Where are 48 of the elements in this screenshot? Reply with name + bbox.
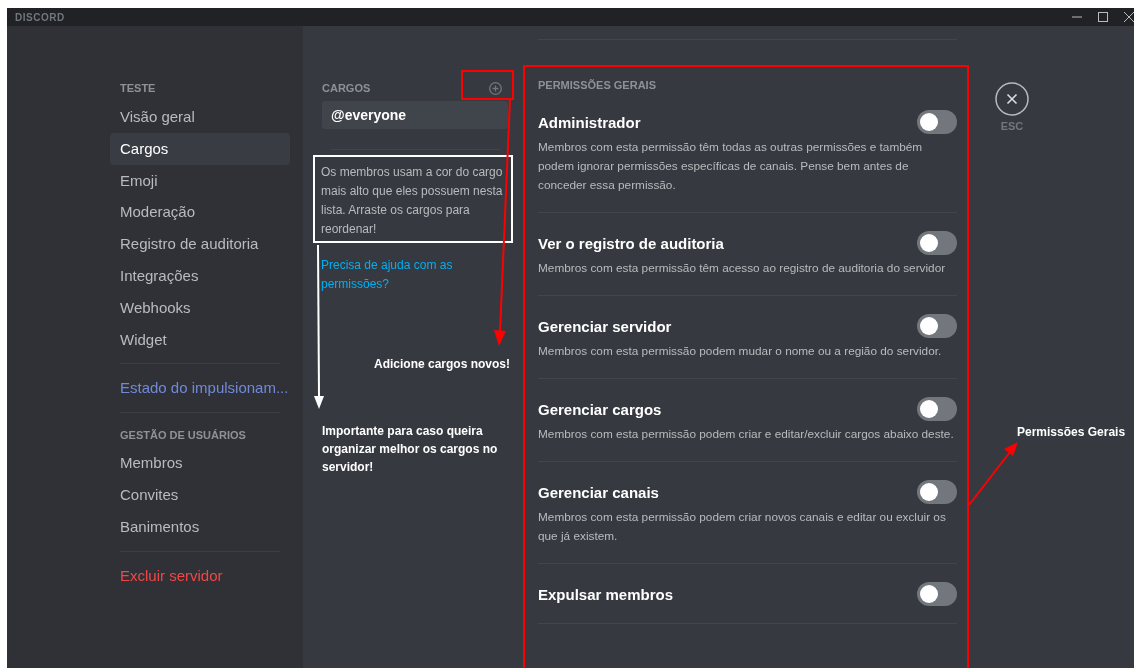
sidebar-item[interactable]: Estado do impulsionam...: [110, 372, 290, 405]
annotation-text: Adicione cargos novos!: [372, 357, 510, 371]
toggle-switch[interactable]: [917, 231, 957, 255]
sidebar-item[interactable]: Convites: [110, 478, 290, 511]
sidebar-item[interactable]: Membros: [110, 447, 290, 479]
role-item[interactable]: @everyone: [322, 101, 508, 129]
permission-description: Membros com esta permissão podem criar novos canais e editar ou excluir os que já existem.: [538, 509, 947, 545]
sidebar-item[interactable]: Moderação: [110, 196, 290, 229]
annotation-text: Permissões Gerais: [1017, 425, 1127, 439]
close-icon[interactable]: [995, 82, 1029, 116]
permission-title: Administrador: [538, 113, 641, 131]
permission-title: Gerenciar servidor: [538, 317, 672, 335]
permission-title: Gerenciar cargos: [538, 400, 662, 418]
section-header: TESTE: [119, 81, 157, 96]
permission-title: Gerenciar canais: [538, 483, 659, 501]
add-icon[interactable]: [489, 81, 502, 95]
sidebar-item[interactable]: Emoji: [110, 164, 290, 197]
annotation-text: Importante para caso queira organizar melhor os cargos no servidor!: [322, 423, 499, 476]
sidebar-item[interactable]: Integrações: [110, 260, 290, 292]
help-text: Os membros usam a cor do cargo mais alto que eles possuem nesta lista. Arraste os cargos para reordenar!: [321, 164, 504, 238]
toggle-switch[interactable]: [917, 397, 957, 421]
highlight-box: [461, 70, 514, 100]
toggle-switch[interactable]: [917, 314, 957, 338]
maximize-icon[interactable]: [1098, 12, 1108, 22]
sidebar-item[interactable]: Excluir servidor: [110, 559, 290, 592]
toggle-switch[interactable]: [917, 110, 957, 134]
sidebar-item[interactable]: Widget: [110, 323, 290, 356]
toggle-switch[interactable]: [917, 582, 957, 606]
permission-description: Membros com esta permissão podem criar e editar/excluir cargos abaixo deste.: [538, 426, 955, 443]
app-logo: DISCORD: [15, 11, 65, 23]
section-header: PERMISSÕES GERAIS: [538, 78, 657, 93]
section-header: GESTÃO DE USUÁRIOS: [119, 428, 247, 444]
permission-title: Expulsar membros: [538, 585, 674, 603]
permission-description: Membros com esta permissão têm todas as outras permissões e também podem ignorar permissões específicas de canais. Pense bem antes de conceder essa permissão.: [538, 139, 924, 194]
sidebar-item[interactable]: Visão geral: [110, 101, 290, 133]
esc-label: ESC: [1000, 120, 1024, 132]
annotation-arrow: [968, 442, 1018, 506]
permission-description: Membros com esta permissão podem mudar o nome ou a região do servidor.: [538, 343, 943, 360]
sidebar-item[interactable]: Webhooks: [110, 291, 290, 324]
help-link[interactable]: Precisa de ajuda com as permissões?: [321, 256, 507, 294]
sidebar-item[interactable]: Cargos: [110, 132, 290, 165]
sidebar-item[interactable]: Registro de auditoria: [110, 228, 290, 260]
toggle-switch[interactable]: [917, 480, 957, 504]
permission-title: Ver o registro de auditoria: [538, 234, 724, 252]
sidebar-item[interactable]: Banimentos: [110, 510, 290, 543]
close-icon[interactable]: [1124, 12, 1134, 22]
section-header: CARGOS: [322, 81, 371, 96]
permission-description: Membros com esta permissão têm acesso ao registro de auditoria do servidor: [538, 260, 947, 277]
